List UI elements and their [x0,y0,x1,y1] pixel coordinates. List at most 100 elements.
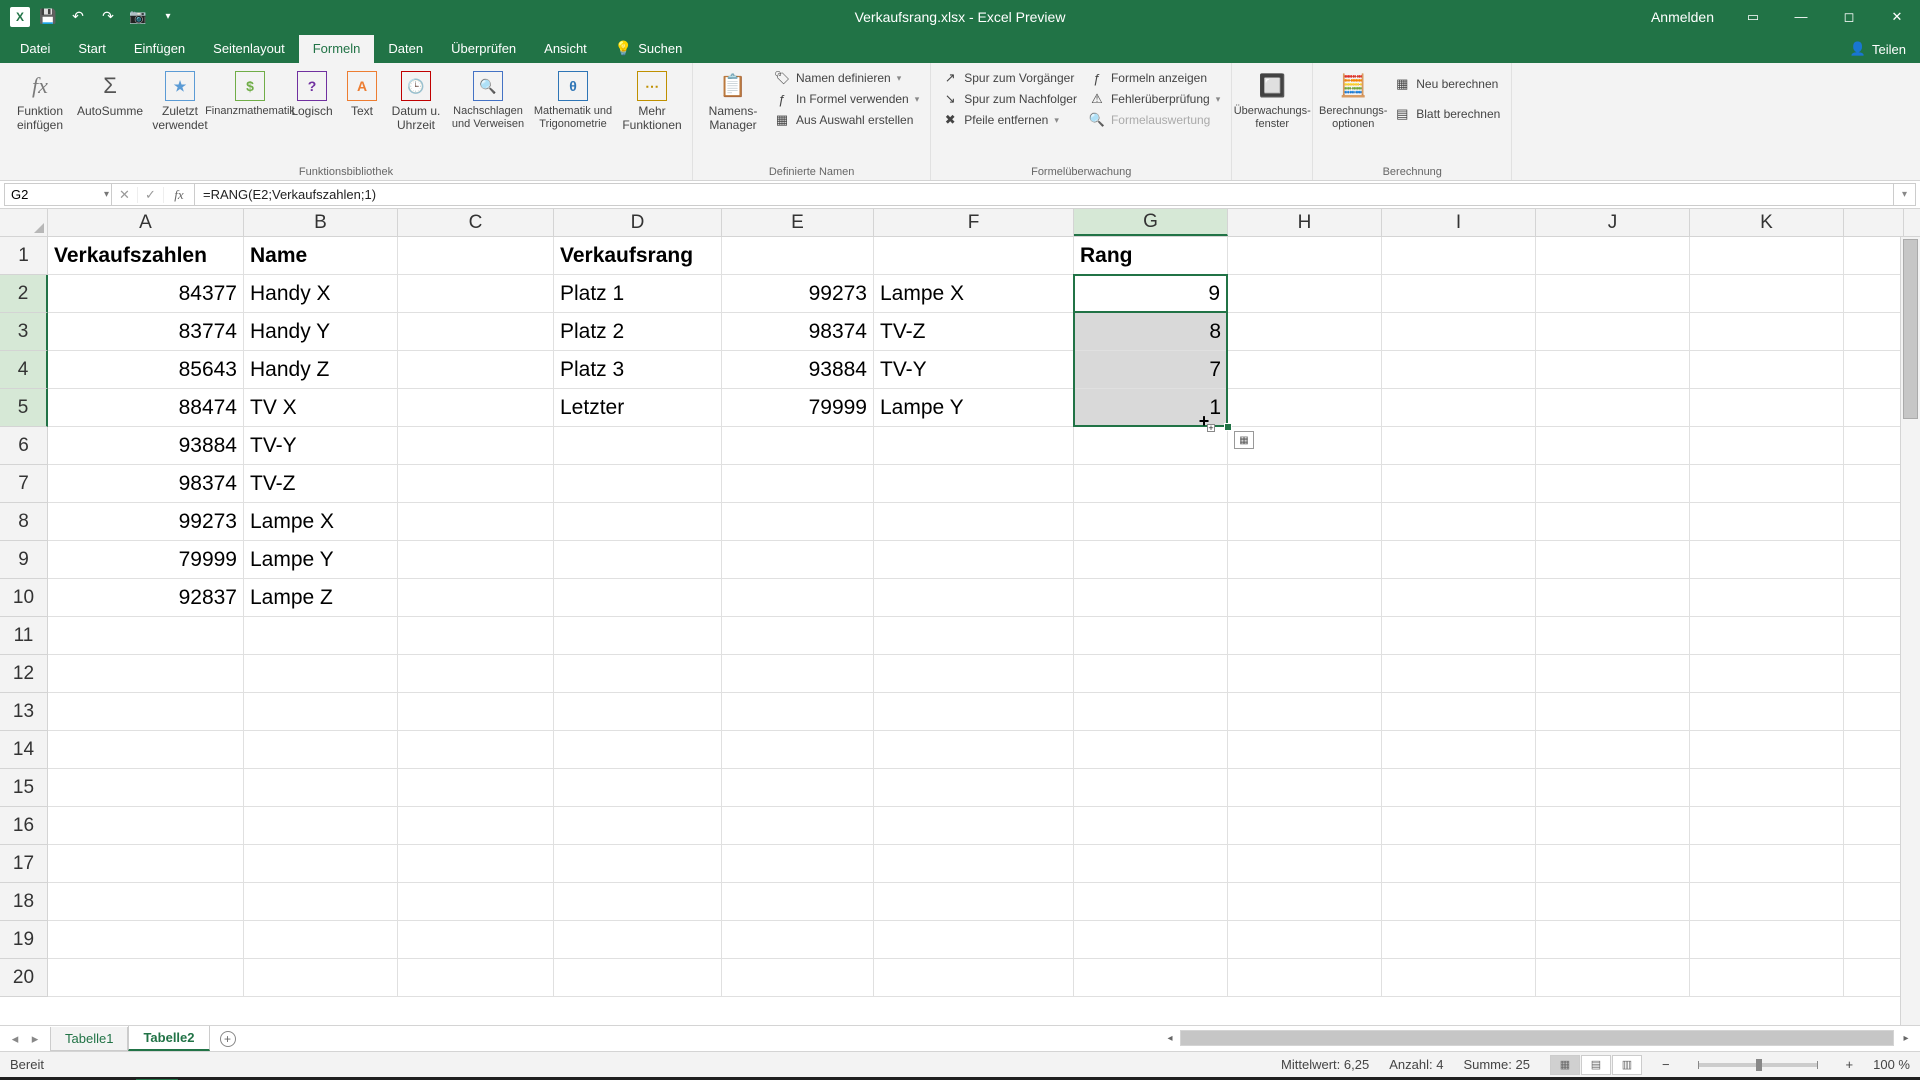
create-from-selection-button[interactable]: ▦Aus Auswahl erstellen [771,111,922,129]
cell-H10[interactable] [1228,579,1382,617]
row-header-3[interactable]: 3 [0,313,48,351]
row-header-2[interactable]: 2 [0,275,48,313]
cell-F2[interactable]: Lampe X [874,275,1074,313]
add-sheet-button[interactable]: + [216,1029,240,1049]
cell-I13[interactable] [1382,693,1536,731]
insert-function-button[interactable]: fx Funktion einfügen [8,67,72,133]
cell-H16[interactable] [1228,807,1382,845]
row-header-11[interactable]: 11 [0,617,48,655]
cell-B12[interactable] [244,655,398,693]
cell-B16[interactable] [244,807,398,845]
cell-F19[interactable] [874,921,1074,959]
cell-H14[interactable] [1228,731,1382,769]
cell-E17[interactable] [722,845,874,883]
tab-seitenlayout[interactable]: Seitenlayout [199,35,299,63]
cell-J18[interactable] [1536,883,1690,921]
sheet-nav[interactable]: ◂ ▸ [0,1031,50,1047]
cell-A4[interactable]: 85643 [48,351,244,389]
cell-D16[interactable] [554,807,722,845]
cell-B10[interactable]: Lampe Z [244,579,398,617]
column-header-J[interactable]: J [1536,209,1690,236]
save-icon[interactable]: 💾 [36,5,60,29]
cell-J3[interactable] [1536,313,1690,351]
cell-K9[interactable] [1690,541,1844,579]
cell-B3[interactable]: Handy Y [244,313,398,351]
cell-H11[interactable] [1228,617,1382,655]
cell-I12[interactable] [1382,655,1536,693]
cell-G3[interactable]: 8 [1074,313,1228,351]
calculation-options-button[interactable]: 🧮 Berechnungs-optionen [1321,67,1385,130]
cell-H19[interactable] [1228,921,1382,959]
share-button[interactable]: 👤 Teilen [1836,35,1920,63]
zoom-slider[interactable] [1698,1063,1818,1067]
cell-F13[interactable] [874,693,1074,731]
calculate-sheet-button[interactable]: ▤Blatt berechnen [1391,105,1503,123]
cell-I2[interactable] [1382,275,1536,313]
cell-H8[interactable] [1228,503,1382,541]
cell-F17[interactable] [874,845,1074,883]
cell-B1[interactable]: Name [244,237,398,275]
tab-ueberpruefen[interactable]: Überprüfen [437,35,530,63]
row-header-6[interactable]: 6 [0,427,48,465]
maximize-button[interactable]: ◻ [1826,0,1872,33]
cell-K19[interactable] [1690,921,1844,959]
cell-G10[interactable] [1074,579,1228,617]
cell-K11[interactable] [1690,617,1844,655]
cell-F14[interactable] [874,731,1074,769]
cell-B8[interactable]: Lampe X [244,503,398,541]
cell-D5[interactable]: Letzter [554,389,722,427]
cell-D10[interactable] [554,579,722,617]
cell-E10[interactable] [722,579,874,617]
cell-B20[interactable] [244,959,398,997]
cell-J15[interactable] [1536,769,1690,807]
cell-B2[interactable]: Handy X [244,275,398,313]
fx-label-icon[interactable]: fx [164,187,194,203]
cell-J19[interactable] [1536,921,1690,959]
cell-C11[interactable] [398,617,554,655]
cell-I18[interactable] [1382,883,1536,921]
cell-B7[interactable]: TV-Z [244,465,398,503]
cell-D4[interactable]: Platz 3 [554,351,722,389]
horizontal-scrollbar[interactable] [1180,1030,1894,1046]
cell-C12[interactable] [398,655,554,693]
cell-B5[interactable]: TV X [244,389,398,427]
cell-E15[interactable] [722,769,874,807]
cell-J12[interactable] [1536,655,1690,693]
cell-F3[interactable]: TV-Z [874,313,1074,351]
lookup-button[interactable]: 🔍 Nachschlagen und Verweisen [450,67,526,130]
cell-I9[interactable] [1382,541,1536,579]
row-header-20[interactable]: 20 [0,959,48,997]
cell-A12[interactable] [48,655,244,693]
cell-F8[interactable] [874,503,1074,541]
cell-C10[interactable] [398,579,554,617]
cell-C17[interactable] [398,845,554,883]
cell-B19[interactable] [244,921,398,959]
watch-window-button[interactable]: 🔲 Überwachungs-fenster [1240,67,1304,130]
column-header-A[interactable]: A [48,209,244,236]
cell-E11[interactable] [722,617,874,655]
cell-B18[interactable] [244,883,398,921]
cell-K8[interactable] [1690,503,1844,541]
cell-E1[interactable] [722,237,874,275]
cell-C3[interactable] [398,313,554,351]
row-header-7[interactable]: 7 [0,465,48,503]
cell-B14[interactable] [244,731,398,769]
cell-D18[interactable] [554,883,722,921]
cell-G11[interactable] [1074,617,1228,655]
sheet-tab-2[interactable]: Tabelle2 [128,1026,209,1051]
cell-G12[interactable] [1074,655,1228,693]
hscroll-right-icon[interactable]: ▸ [1896,1029,1916,1047]
cell-J11[interactable] [1536,617,1690,655]
remove-arrows-button[interactable]: ✖Pfeile entfernen▾ [939,111,1080,129]
hscroll-thumb[interactable] [1181,1031,1893,1045]
cell-F10[interactable] [874,579,1074,617]
calculate-now-button[interactable]: ▦Neu berechnen [1391,75,1503,93]
row-header-18[interactable]: 18 [0,883,48,921]
cell-D7[interactable] [554,465,722,503]
column-header-I[interactable]: I [1382,209,1536,236]
cell-C1[interactable] [398,237,554,275]
camera-icon[interactable]: 📷 [126,5,150,29]
cell-E8[interactable] [722,503,874,541]
cell-J5[interactable] [1536,389,1690,427]
cell-H20[interactable] [1228,959,1382,997]
